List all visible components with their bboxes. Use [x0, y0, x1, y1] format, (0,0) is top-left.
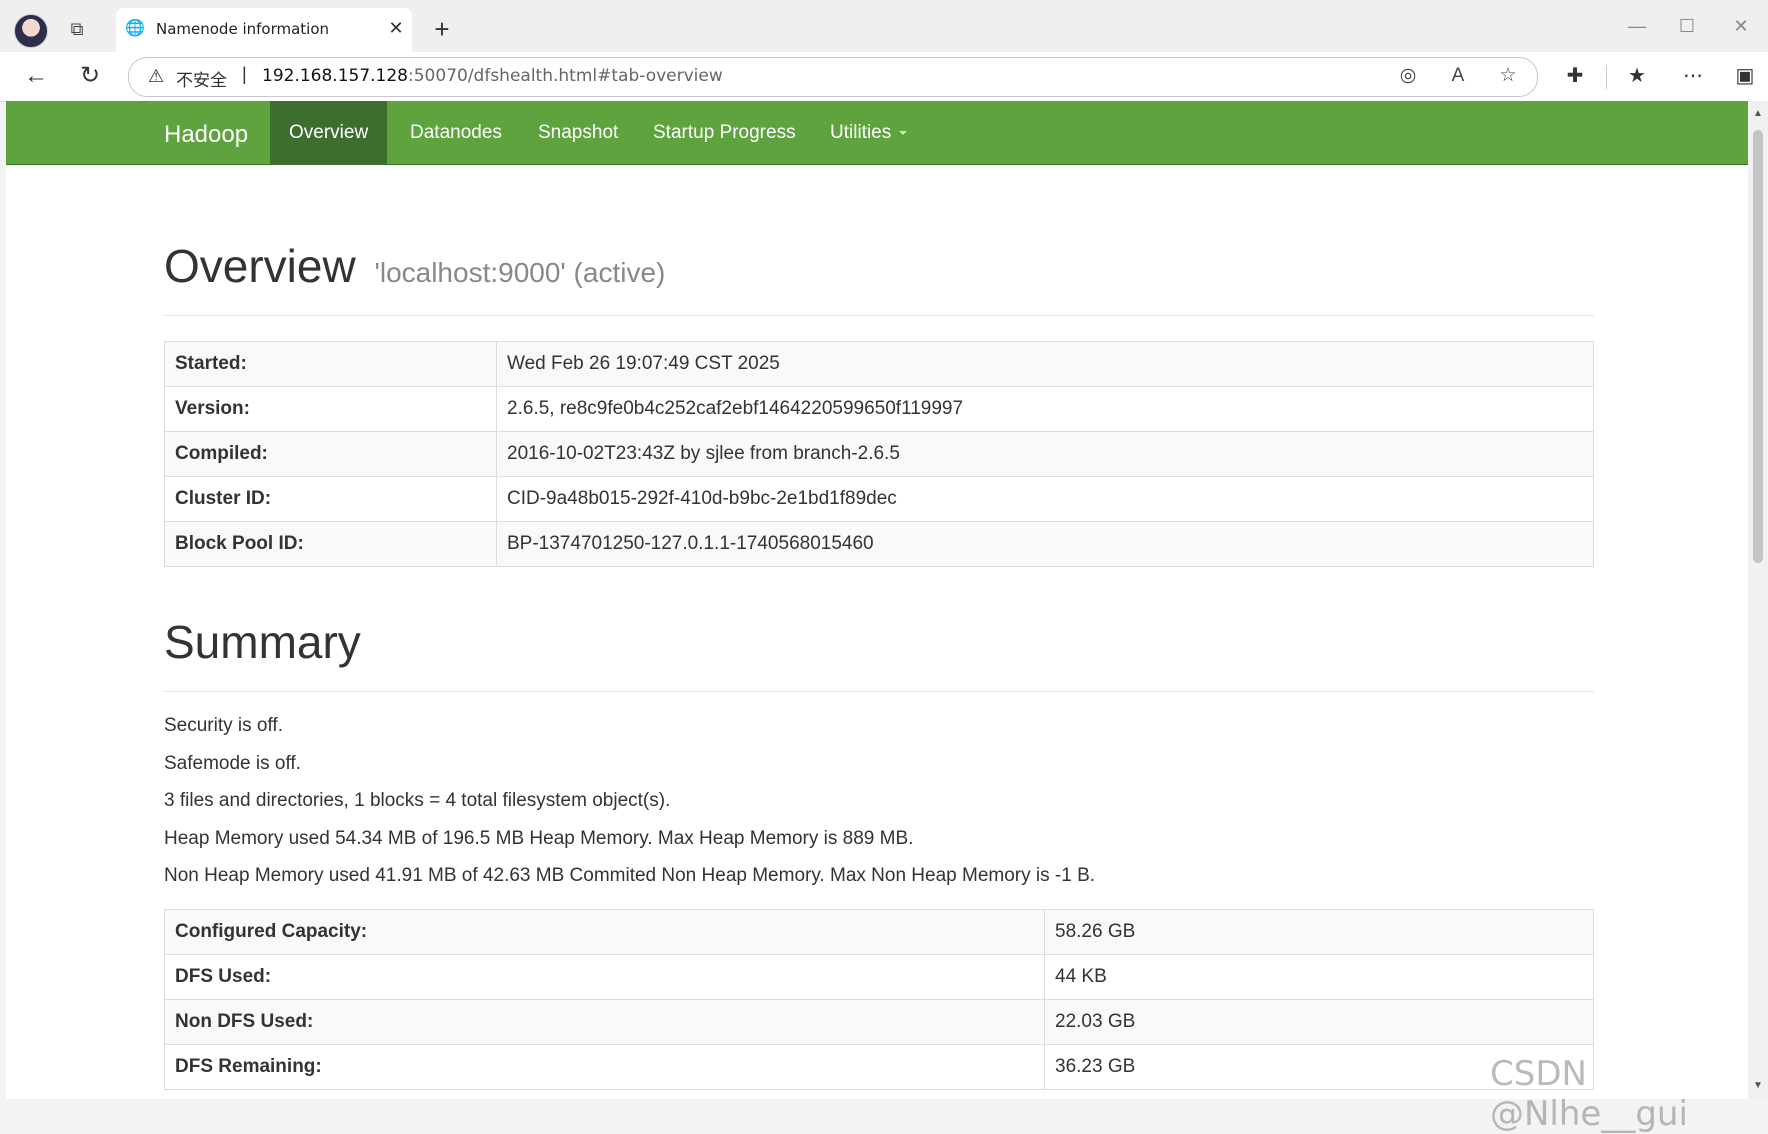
row-value: Wed Feb 26 19:07:49 CST 2025: [496, 341, 1594, 387]
row-key: Non DFS Used:: [164, 999, 1045, 1045]
toolbar-divider: [1606, 65, 1607, 89]
overview-heading: Overview 'localhost:9000' (active): [164, 239, 665, 293]
minimize-window-button[interactable]: —: [1622, 14, 1652, 38]
nav-overview[interactable]: Overview: [270, 101, 388, 164]
tab-actions-icon[interactable]: ⧉: [66, 18, 88, 40]
favorite-star-icon[interactable]: ☆: [1494, 62, 1522, 90]
summary-line: Non Heap Memory used 41.91 MB of 42.63 M…: [164, 865, 1096, 886]
tab-title: Namenode information: [156, 20, 330, 38]
refresh-icon[interactable]: ↻: [72, 58, 108, 94]
nav-datanodes[interactable]: Datanodes: [391, 101, 521, 164]
read-aloud-icon[interactable]: A: [1444, 62, 1472, 90]
warning-icon[interactable]: ⚠: [148, 66, 168, 86]
close-tab-icon[interactable]: ✕: [384, 16, 408, 40]
brand-logo[interactable]: Hadoop: [164, 121, 248, 149]
row-key: Configured Capacity:: [164, 909, 1045, 955]
summary-heading: Summary: [164, 616, 361, 668]
nav-startup-progress[interactable]: Startup Progress: [634, 101, 815, 164]
row-value: 58.26 GB: [1044, 909, 1594, 955]
table-row: Version: 2.6.5, re8c9fe0b4c252caf2ebf1464…: [164, 386, 1594, 432]
overview-table: Started: Wed Feb 26 19:07:49 CST 2025 Ver…: [164, 341, 1594, 567]
overview-subtitle: 'localhost:9000' (active): [374, 257, 666, 288]
url-text[interactable]: 192.168.157.128:50070/dfshealth.html#tab…: [262, 66, 723, 86]
summary-line: Security is off.: [164, 715, 283, 736]
row-value: 2.6.5, re8c9fe0b4c252caf2ebf146422059965…: [496, 386, 1594, 432]
summary-divider: [164, 691, 1594, 692]
nav-utilities[interactable]: Utilities: [811, 101, 926, 164]
summary-line: Safemode is off.: [164, 753, 301, 774]
profile-avatar[interactable]: [14, 14, 48, 48]
sidebar-toggle-icon[interactable]: ▣: [1730, 62, 1760, 90]
row-key: Cluster ID:: [164, 476, 497, 522]
app-available-icon[interactable]: ◎: [1394, 62, 1422, 90]
scrollbar-thumb[interactable]: [1753, 130, 1763, 563]
address-separator: |: [242, 64, 247, 84]
row-key: DFS Used:: [164, 954, 1045, 1000]
maximize-window-button[interactable]: ☐: [1672, 14, 1702, 38]
scroll-up-icon[interactable]: ▲: [1752, 108, 1764, 120]
row-key: Started:: [164, 341, 497, 387]
table-row: Block Pool ID: BP-1374701250-127.0.1.1-17…: [164, 521, 1594, 567]
table-row: DFS Remaining: 36.23 GB: [164, 1044, 1594, 1090]
table-row: Cluster ID: CID-9a48b015-292f-410d-b9bc-2…: [164, 476, 1594, 522]
url-host: 192.168.157.128: [262, 66, 409, 86]
insecure-label[interactable]: 不安全: [176, 66, 227, 91]
summary-line: 3 files and directories, 1 blocks = 4 to…: [164, 790, 671, 811]
table-row: Compiled: 2016-10-02T23:43Z by sjlee from…: [164, 431, 1594, 477]
globe-icon: 🌐: [125, 20, 145, 37]
watermark: CSDN @Nlhe__gui: [1490, 1054, 1688, 1134]
table-row: Configured Capacity: 58.26 GB: [164, 909, 1594, 955]
row-key: Version:: [164, 386, 497, 432]
row-value: CID-9a48b015-292f-410d-b9bc-2e1bd1f89dec: [496, 476, 1594, 522]
page-viewport: Hadoop Overview Datanodes Snapshot Start…: [6, 101, 1748, 1099]
back-arrow-icon[interactable]: ←: [18, 58, 54, 94]
row-key: DFS Remaining:: [164, 1044, 1045, 1090]
table-row: Started: Wed Feb 26 19:07:49 CST 2025: [164, 341, 1594, 387]
hadoop-navbar: Hadoop Overview Datanodes Snapshot Start…: [6, 101, 1748, 165]
extensions-icon[interactable]: ✚: [1560, 62, 1590, 90]
nav-snapshot[interactable]: Snapshot: [519, 101, 637, 164]
nav-utilities-label: Utilities: [830, 122, 892, 143]
more-menu-icon[interactable]: ⋯: [1678, 62, 1708, 90]
row-value: 22.03 GB: [1044, 999, 1594, 1045]
overview-divider: [164, 315, 1594, 316]
row-key: Compiled:: [164, 431, 497, 477]
new-tab-button[interactable]: +: [428, 16, 456, 44]
summary-line: Heap Memory used 54.34 MB of 196.5 MB He…: [164, 828, 914, 849]
row-value: 2016-10-02T23:43Z by sjlee from branch-2…: [496, 431, 1594, 477]
row-key: Block Pool ID:: [164, 521, 497, 567]
table-row: DFS Used: 44 KB: [164, 954, 1594, 1000]
close-window-button[interactable]: ✕: [1726, 14, 1756, 38]
row-value: BP-1374701250-127.0.1.1-1740568015460: [496, 521, 1594, 567]
overview-title: Overview: [164, 240, 356, 292]
caret-down-icon: [899, 130, 908, 135]
row-value: 44 KB: [1044, 954, 1594, 1000]
summary-table: Configured Capacity: 58.26 GB DFS Used: 44…: [164, 909, 1594, 1090]
table-row: Non DFS Used: 22.03 GB: [164, 999, 1594, 1045]
favorites-icon[interactable]: ★: [1622, 62, 1652, 90]
url-path: :50070/dfshealth.html#tab-overview: [408, 66, 723, 86]
